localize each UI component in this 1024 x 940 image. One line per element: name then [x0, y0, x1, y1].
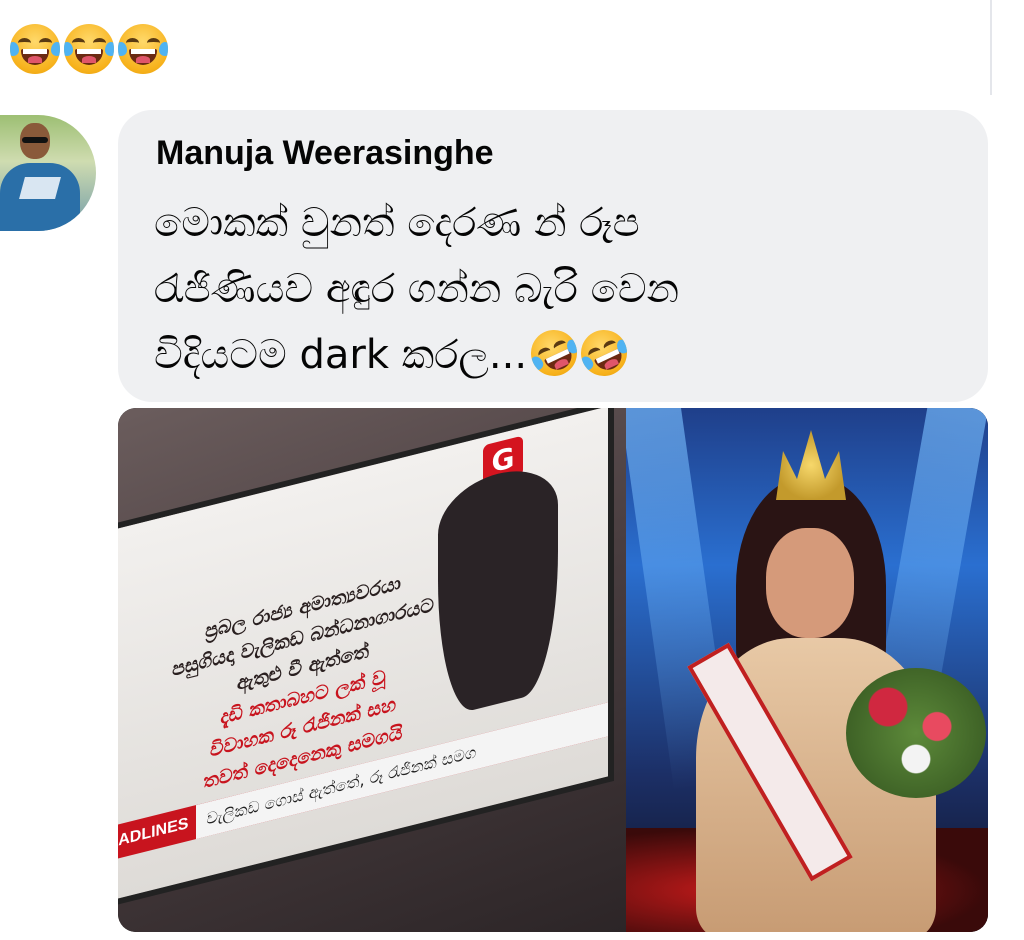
- comment-line: රැජිණියව අඳුර ගන්න බැරි වෙන: [154, 266, 680, 312]
- comment-line: විදියටම dark කරල...: [154, 322, 954, 388]
- laughing-emoji-icon: [118, 24, 168, 74]
- bouquet: [846, 668, 986, 798]
- tv-screen-photo: G ප්‍රබල රාජ්‍ය අමාත්‍යවරයා පසුගියදා වැල…: [118, 408, 626, 932]
- laughing-emoji-icon: [10, 24, 60, 74]
- news-screen: G ප්‍රබල රාජ්‍ය අමාත්‍යවරයා පසුගියදා වැල…: [118, 408, 608, 906]
- comment-line: මොකක් වුනත් දෙරණ න් රූප: [154, 200, 640, 246]
- rofl-emoji-icon: [523, 322, 585, 384]
- comment-bubble: Manuja Weerasinghe මොකක් වුනත් දෙරණ න් ර…: [118, 110, 988, 402]
- rofl-emoji-icon: [573, 322, 635, 384]
- divider: [990, 0, 992, 95]
- pageant-photo: [626, 408, 988, 932]
- comment-image[interactable]: G ප්‍රබල රාජ්‍ය අමාත්‍යවරයා පසුගියදා වැල…: [118, 408, 988, 932]
- emoji-row: [10, 24, 168, 74]
- crown-icon: [776, 430, 846, 500]
- avatar[interactable]: [0, 115, 96, 231]
- laughing-emoji-icon: [64, 24, 114, 74]
- comment-text: මොකක් වුනත් දෙරණ න් රූප රැජිණියව අඳුර ගන…: [154, 190, 954, 388]
- comment-author[interactable]: Manuja Weerasinghe: [156, 134, 494, 173]
- headlines-tag: HEADLINES: [118, 814, 189, 856]
